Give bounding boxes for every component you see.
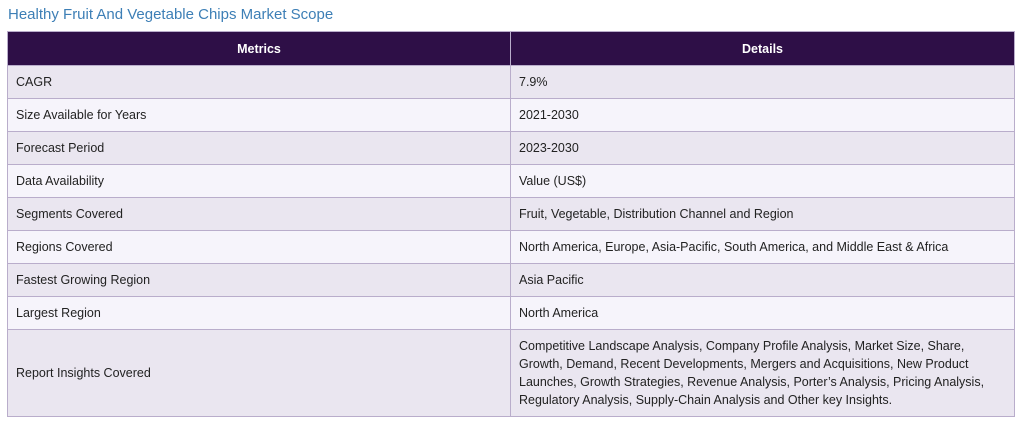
metric-cell: Segments Covered bbox=[7, 197, 511, 231]
table-row: Largest Region North America bbox=[7, 296, 1015, 330]
table-row: Segments Covered Fruit, Vegetable, Distr… bbox=[7, 197, 1015, 231]
page-title: Healthy Fruit And Vegetable Chips Market… bbox=[8, 6, 334, 23]
table-header-row: Metrics Details bbox=[7, 31, 1015, 66]
table-row: Size Available for Years 2021-2030 bbox=[7, 98, 1015, 132]
detail-cell: 2023-2030 bbox=[510, 131, 1015, 165]
market-scope-table: Metrics Details CAGR 7.9% Size Available… bbox=[7, 31, 1015, 417]
detail-cell: Competitive Landscape Analysis, Company … bbox=[510, 329, 1015, 417]
page: Healthy Fruit And Vegetable Chips Market… bbox=[0, 0, 1024, 426]
table-row: Forecast Period 2023-2030 bbox=[7, 131, 1015, 165]
detail-cell: North America, Europe, Asia-Pacific, Sou… bbox=[510, 230, 1015, 264]
table-row: Fastest Growing Region Asia Pacific bbox=[7, 263, 1015, 297]
table-row: Report Insights Covered Competitive Land… bbox=[7, 329, 1015, 417]
metric-cell: Largest Region bbox=[7, 296, 511, 330]
metric-cell: Regions Covered bbox=[7, 230, 511, 264]
table-row: Data Availability Value (US$) bbox=[7, 164, 1015, 198]
detail-cell: North America bbox=[510, 296, 1015, 330]
column-header-details: Details bbox=[510, 31, 1015, 66]
detail-cell: 2021-2030 bbox=[510, 98, 1015, 132]
table-row: CAGR 7.9% bbox=[7, 65, 1015, 99]
detail-cell: 7.9% bbox=[510, 65, 1015, 99]
detail-cell: Value (US$) bbox=[510, 164, 1015, 198]
detail-cell: Asia Pacific bbox=[510, 263, 1015, 297]
metric-cell: CAGR bbox=[7, 65, 511, 99]
table-row: Regions Covered North America, Europe, A… bbox=[7, 230, 1015, 264]
metric-cell: Report Insights Covered bbox=[7, 329, 511, 417]
metric-cell: Data Availability bbox=[7, 164, 511, 198]
detail-cell: Fruit, Vegetable, Distribution Channel a… bbox=[510, 197, 1015, 231]
metric-cell: Size Available for Years bbox=[7, 98, 511, 132]
metric-cell: Forecast Period bbox=[7, 131, 511, 165]
metric-cell: Fastest Growing Region bbox=[7, 263, 511, 297]
column-header-metrics: Metrics bbox=[7, 31, 511, 66]
